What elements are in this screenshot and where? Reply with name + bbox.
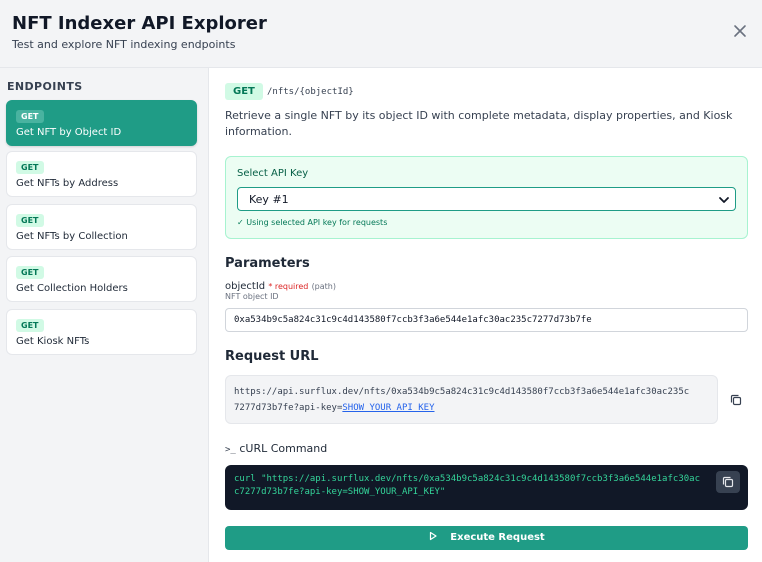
method-badge: GET	[225, 83, 263, 100]
sidebar-item-label: Get NFTs by Collection	[16, 231, 128, 242]
dialog-subtitle: Test and explore NFT indexing endpoints	[12, 38, 236, 51]
sidebar-item-label: Get Kiosk NFTs	[16, 336, 90, 347]
endpoints-sidebar: ENDPOINTS GET Get NFT by Object ID GET G…	[0, 68, 209, 562]
dialog-title: NFT Indexer API Explorer	[12, 13, 267, 34]
endpoint-detail: GET /nfts/{objectId} Retrieve a single N…	[210, 68, 762, 562]
curl-line: curl "https://api.surflux.dev/nfts/0xa53…	[234, 474, 700, 484]
object-id-value: 0xa534b9c5a824c31c9c4d143580f7ccb3f3a6e5…	[234, 315, 592, 325]
sidebar-item-label: Get Collection Holders	[16, 283, 128, 294]
api-key-label: Select API Key	[237, 168, 309, 179]
curl-toggle[interactable]: >_ cURL Command	[225, 442, 327, 455]
request-url-line: https://api.surflux.dev/nfts/0xa534b9c5a…	[234, 387, 690, 397]
param-description: NFT object ID	[225, 292, 279, 301]
sidebar-item-get-nfts-by-address[interactable]: GET Get NFTs by Address	[6, 151, 197, 197]
execute-button-content: Execute Request	[225, 531, 748, 543]
execute-button-label: Execute Request	[450, 532, 545, 543]
copy-curl-button[interactable]	[716, 471, 740, 493]
request-url-text: 7277d73b7fe?api-key=	[234, 403, 343, 413]
play-icon	[430, 531, 437, 541]
api-key-hint: ✓ Using selected API key for requests	[237, 218, 388, 227]
parameters-title: Parameters	[225, 256, 310, 271]
endpoint-path: /nfts/{objectId}	[267, 87, 354, 97]
param-name-row: objectId * required (path)	[225, 281, 336, 292]
sidebar-item-get-nft-by-object-id[interactable]: GET Get NFT by Object ID	[6, 100, 197, 146]
sidebar-item-get-kiosk-nfts[interactable]: GET Get Kiosk NFTs	[6, 309, 197, 355]
sidebar-item-label: Get NFT by Object ID	[16, 127, 122, 138]
curl-line: c7277d73b7fe?api-key=SHOW_YOUR_API_KEY"	[234, 487, 446, 497]
close-icon[interactable]	[731, 22, 749, 40]
api-key-panel: Select API Key Key #1 ✓ Using selected A…	[225, 156, 748, 239]
request-url-line: 7277d73b7fe?api-key=SHOW_YOUR_API_KEY	[234, 400, 709, 416]
api-key-selected-value: Key #1	[249, 193, 289, 206]
required-marker: * required	[268, 282, 309, 291]
request-url-title: Request URL	[225, 349, 319, 364]
request-url-box: https://api.surflux.dev/nfts/0xa534b9c5a…	[225, 375, 718, 424]
method-badge: GET	[16, 266, 44, 279]
execute-request-button[interactable]: Execute Request	[225, 526, 748, 550]
sidebar-item-label: Get NFTs by Address	[16, 178, 119, 189]
param-location: (path)	[311, 282, 336, 291]
curl-title: cURL Command	[239, 442, 328, 455]
sidebar-item-get-collection-holders[interactable]: GET Get Collection Holders	[6, 256, 197, 302]
chevron-down-icon	[719, 197, 729, 203]
sidebar-heading: ENDPOINTS	[7, 80, 83, 93]
param-name: objectId	[225, 281, 266, 292]
object-id-input[interactable]: 0xa534b9c5a824c31c9c4d143580f7ccb3f3a6e5…	[225, 308, 748, 332]
dialog-header: NFT Indexer API Explorer Test and explor…	[0, 0, 762, 68]
endpoint-description: Retrieve a single NFT by its object ID w…	[225, 109, 733, 138]
method-badge: GET	[16, 214, 44, 227]
method-badge: GET	[16, 319, 44, 332]
sidebar-item-get-nfts-by-collection[interactable]: GET Get NFTs by Collection	[6, 204, 197, 250]
copy-icon	[722, 476, 734, 488]
copy-icon[interactable]	[729, 393, 743, 407]
curl-code-block: curl "https://api.surflux.dev/nfts/0xa53…	[225, 465, 748, 510]
method-badge: GET	[16, 110, 44, 123]
api-key-select[interactable]: Key #1	[237, 187, 736, 211]
method-badge: GET	[16, 161, 44, 174]
show-api-key-link[interactable]: SHOW_YOUR_API_KEY	[342, 403, 434, 413]
terminal-icon: >_	[225, 445, 236, 455]
